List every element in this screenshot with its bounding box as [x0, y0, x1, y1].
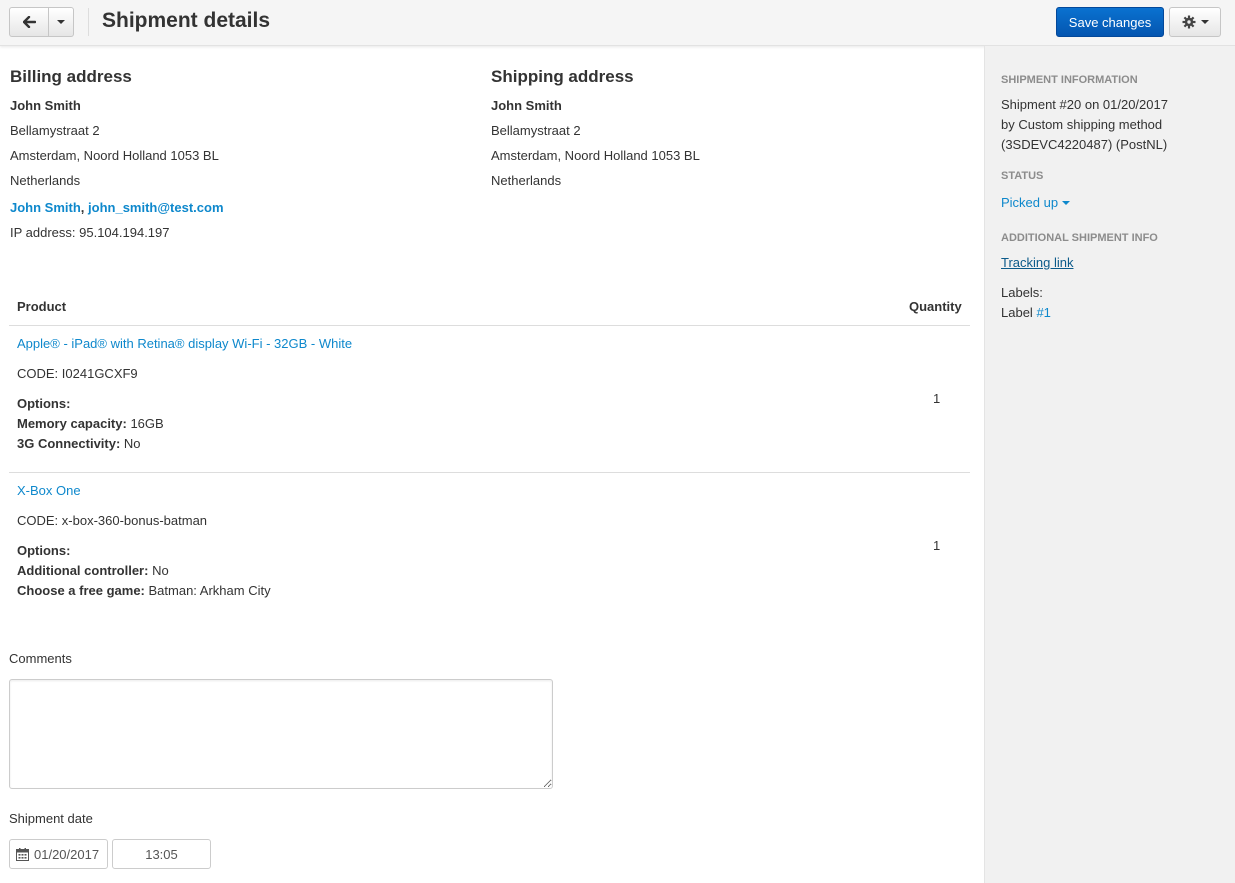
shipment-info-line: by Custom shipping method	[1001, 117, 1163, 132]
shipment-date-value: 01/20/2017	[34, 846, 100, 862]
billing-street: Bellamystraat 2	[10, 123, 100, 138]
option-value: Batman: Arkham City	[148, 583, 271, 598]
back-dropdown-button[interactable]	[49, 7, 74, 37]
shipment-date-label: Shipment date	[9, 811, 93, 826]
labels-label: Labels:	[1001, 285, 1043, 300]
shipping-country: Netherlands	[491, 173, 562, 188]
option-value: No	[123, 436, 141, 451]
shipment-info-line: Shipment #20 on 01/20/2017	[1001, 97, 1168, 112]
product-code: CODE: x-box-360-bonus-batman	[17, 513, 208, 528]
shipment-time-input[interactable]: 13:05	[112, 839, 211, 869]
gear-icon	[1182, 15, 1195, 29]
sidebar: Shipment information Shipment #20 on 01/…	[984, 46, 1235, 883]
customer-email-link[interactable]: john_smith@test.com	[88, 200, 223, 215]
additional-info-heading: Additional shipment info	[1001, 232, 1158, 244]
column-header-quantity: Quantity	[909, 299, 962, 314]
options-label: Options:	[17, 543, 71, 558]
product-code: CODE: I0241GCXF9	[17, 366, 138, 381]
top-toolbar: Shipment details Save changes	[0, 0, 1235, 46]
billing-address-title: Billing address	[10, 67, 132, 86]
option-value: No	[152, 563, 169, 578]
customer-name-link[interactable]: John Smith	[10, 200, 81, 215]
option-name: 3G Connectivity:	[17, 436, 121, 451]
shipment-info-line: (3SDEVC4220487) (PostNL)	[1001, 137, 1168, 152]
billing-country: Netherlands	[10, 173, 81, 188]
option-name: Additional controller:	[17, 563, 149, 578]
navigation-button-group	[9, 7, 74, 37]
product-link[interactable]: X-Box One	[17, 483, 81, 498]
status-dropdown[interactable]: Picked up	[1001, 195, 1071, 210]
product-option: 3G Connectivity: No	[17, 436, 141, 451]
billing-city: Amsterdam, Noord Holland 1053 BL	[10, 148, 219, 163]
product-link[interactable]: Apple® - iPad® with Retina® display Wi-F…	[17, 336, 352, 351]
column-header-product: Product	[17, 299, 67, 314]
shipment-date-input[interactable]: 01/20/2017	[9, 839, 108, 869]
contact-separator: ,	[80, 200, 85, 215]
shipping-address-title: Shipping address	[491, 67, 634, 86]
label-link[interactable]: #1	[1036, 305, 1050, 320]
option-name: Memory capacity:	[17, 416, 127, 431]
status-heading: Status	[1001, 170, 1044, 182]
product-option: Memory capacity: 16GB	[17, 416, 164, 431]
shipping-city: Amsterdam, Noord Holland 1053 BL	[491, 148, 700, 163]
option-value: 16GB	[130, 416, 164, 431]
product-option: Additional controller: No	[17, 563, 169, 578]
shipping-name: John Smith	[491, 98, 562, 113]
chevron-down-icon	[57, 20, 65, 24]
label-line: Label #1	[1001, 303, 1051, 323]
toolbar-divider	[88, 8, 89, 36]
table-divider	[9, 472, 970, 473]
comments-label: Comments	[9, 651, 72, 666]
ip-address: IP address: 95.104.194.197	[10, 225, 170, 240]
product-quantity: 1	[933, 391, 941, 406]
page-title: Shipment details	[102, 9, 271, 32]
shipping-street: Bellamystraat 2	[491, 123, 581, 138]
save-changes-button[interactable]: Save changes	[1056, 7, 1164, 37]
calendar-icon	[16, 847, 29, 861]
chevron-down-icon	[1200, 20, 1209, 24]
tracking-link[interactable]: Tracking link	[1001, 255, 1073, 270]
billing-name: John Smith	[10, 98, 81, 113]
option-name: Choose a free game:	[17, 583, 145, 598]
product-quantity: 1	[933, 538, 941, 553]
shipment-information-heading: Shipment information	[1001, 74, 1138, 86]
comments-textarea[interactable]	[9, 679, 553, 789]
chevron-down-icon	[1062, 200, 1071, 205]
product-option: Choose a free game: Batman: Arkham City	[17, 583, 271, 598]
settings-dropdown-button[interactable]	[1169, 7, 1221, 37]
table-divider	[9, 325, 970, 326]
label-prefix: Label	[1001, 305, 1033, 320]
billing-contact: John Smith, john_smith@test.com	[10, 200, 224, 215]
options-label: Options:	[17, 396, 71, 411]
shipment-time-value: 13:05	[145, 846, 178, 862]
arrow-left-icon	[22, 16, 36, 28]
back-button[interactable]	[9, 7, 49, 37]
status-value: Picked up	[1001, 195, 1059, 210]
